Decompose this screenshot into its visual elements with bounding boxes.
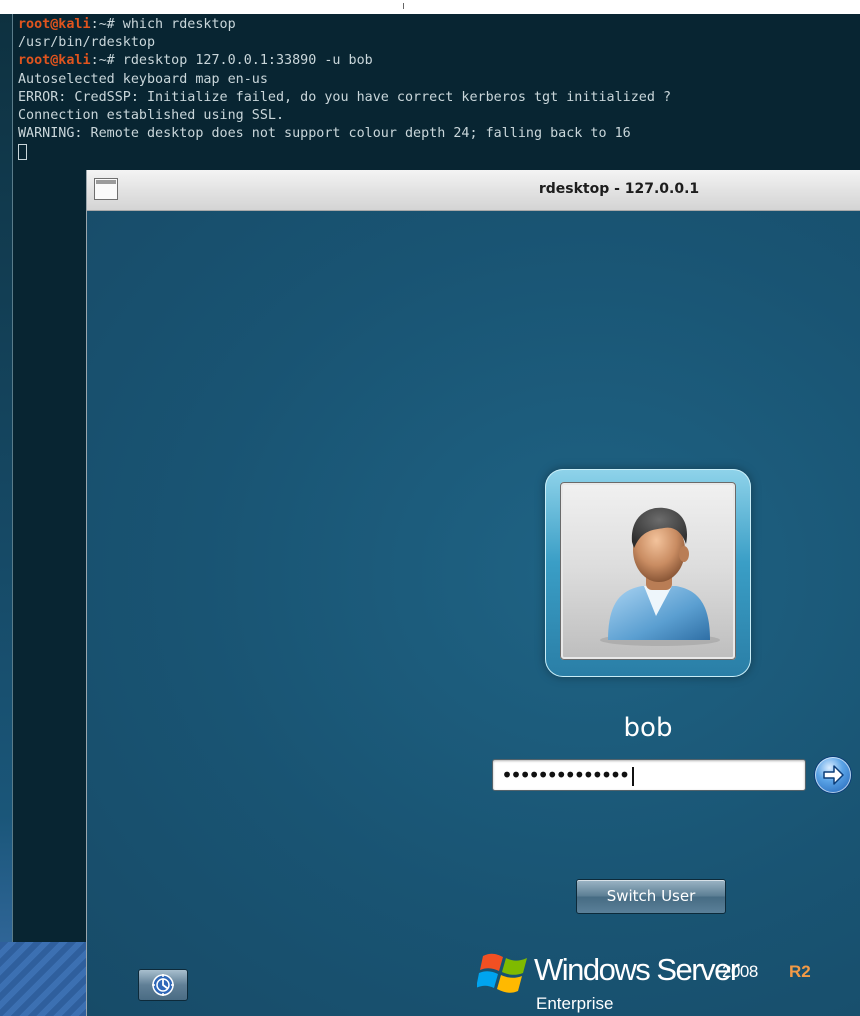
terminal-line: /usr/bin/rdesktop — [18, 35, 156, 51]
windows-server-branding: Windows Server 2008 R2 Enterprise — [477, 946, 837, 1016]
terminal-cursor-line — [18, 143, 860, 161]
window-title: rdesktop - 127.0.0.1 — [538, 181, 700, 197]
desktop-wallpaper-strip — [0, 942, 86, 1016]
brand-edition: Enterprise — [536, 994, 614, 1013]
terminal-line: ERROR: CredSSP: Initialize failed, do yo… — [18, 89, 672, 105]
ease-of-access-icon — [152, 974, 174, 996]
prompt-path: :~# — [90, 53, 115, 69]
rdesktop-window[interactable]: rdesktop - 127.0.0.1 bob •••••••••••••• … — [86, 170, 860, 1016]
windows-flag-icon — [477, 953, 527, 993]
ease-of-access-button[interactable] — [138, 969, 188, 1001]
brand-release: R2 — [789, 962, 811, 981]
terminal-line: Connection established using SSL. — [18, 107, 285, 123]
terminal-command: which rdesktop — [114, 17, 236, 32]
user-tile[interactable] — [545, 469, 751, 677]
brand-product-name: Windows Server — [534, 952, 740, 987]
submit-login-button[interactable] — [815, 757, 851, 793]
prompt-user: root@kali — [18, 53, 91, 69]
windows-logon-screen: bob •••••••••••••• Switch User Windows S… — [87, 211, 860, 1016]
prompt-user: root@kali — [18, 17, 91, 32]
window-titlebar[interactable]: rdesktop - 127.0.0.1 — [87, 170, 860, 211]
panel-separator — [403, 3, 404, 9]
password-input[interactable]: •••••••••••••• — [492, 759, 806, 791]
brand-version: 2008 — [722, 962, 758, 981]
arrow-right-icon — [823, 765, 844, 785]
terminal-line: root@kali:~# rdesktop 127.0.0.1:33890 -u… — [18, 52, 860, 70]
terminal-line: Autoselected keyboard map en-us — [18, 71, 268, 87]
password-mask: •••••••••••••• — [501, 763, 631, 787]
terminal-line: WARNING: Remote desktop does not support… — [18, 126, 631, 142]
username-label: bob — [623, 713, 673, 743]
terminal-cursor — [18, 144, 27, 161]
switch-user-button[interactable]: Switch User — [576, 879, 726, 914]
terminal-line: root@kali:~# which rdesktop — [18, 16, 860, 34]
user-avatar-icon — [560, 482, 736, 660]
top-panel — [0, 0, 860, 14]
text-caret — [631, 767, 634, 786]
prompt-path: :~# — [90, 17, 115, 32]
terminal-command: rdesktop 127.0.0.1:33890 -u bob — [114, 53, 373, 69]
